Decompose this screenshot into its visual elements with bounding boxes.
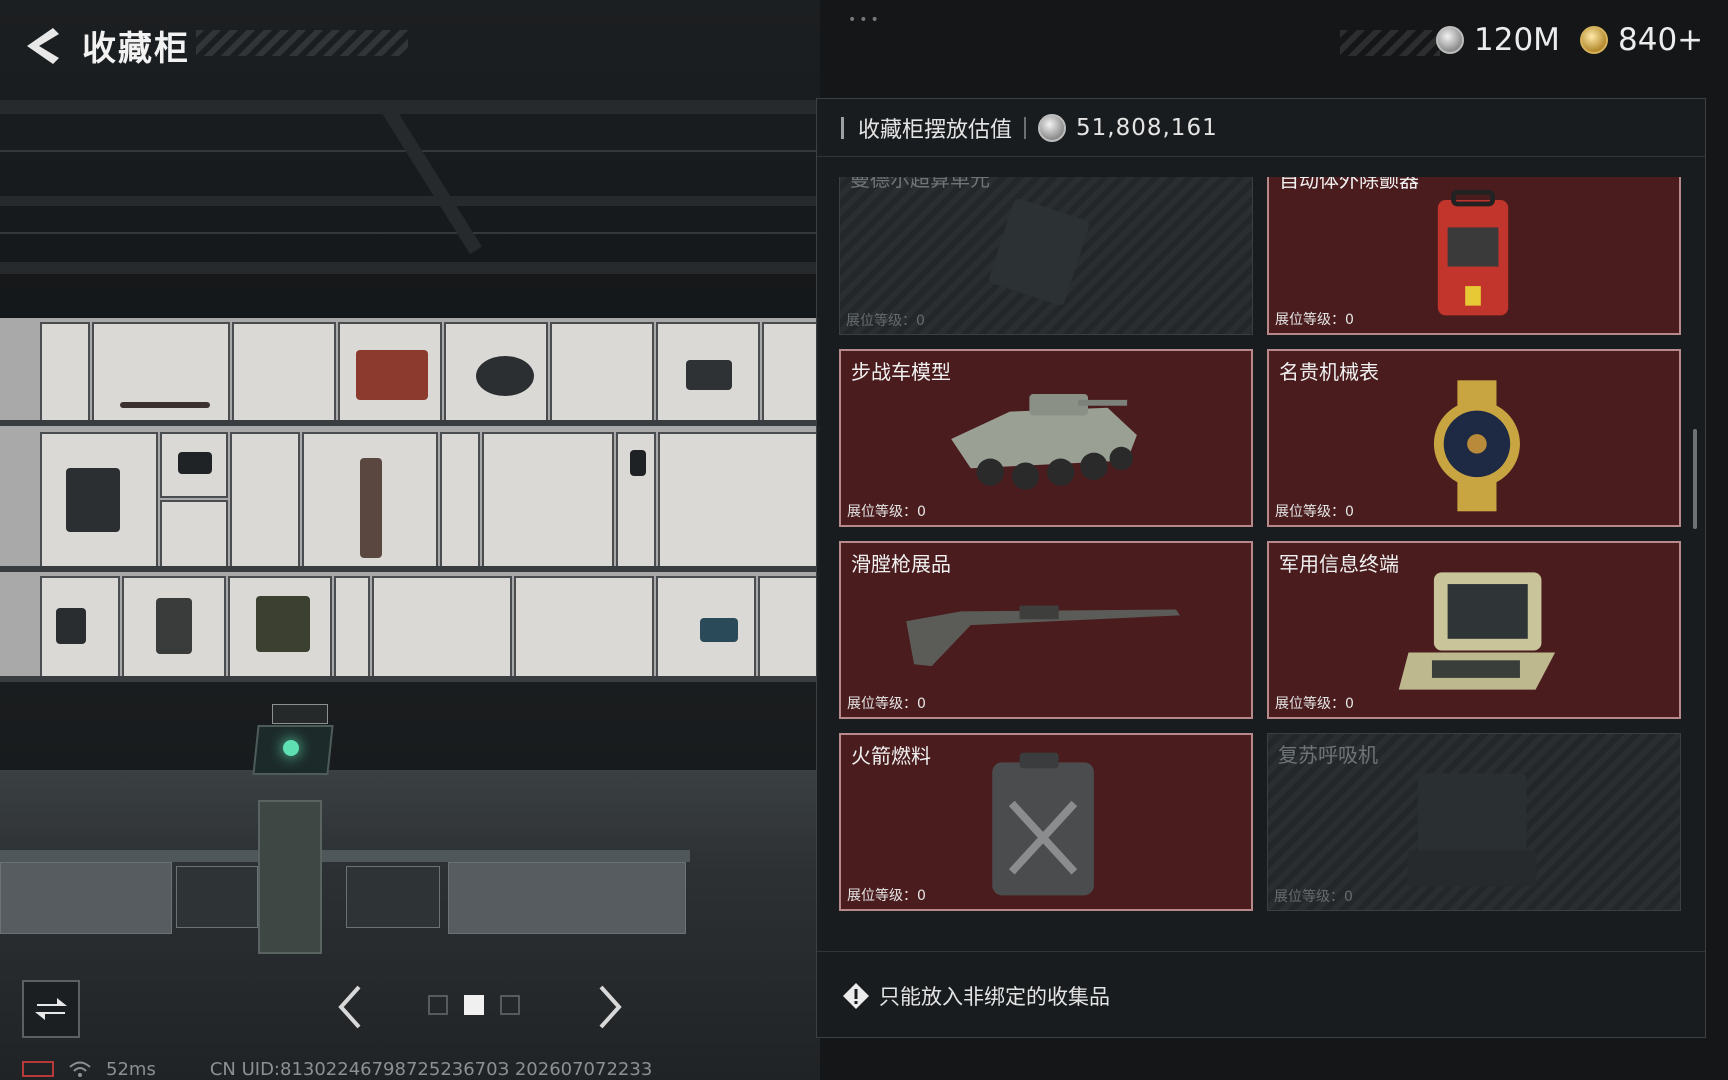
- collectible-card[interactable]: 火箭燃料 展位等级：0: [839, 733, 1253, 911]
- back-arrow-icon: [27, 28, 59, 64]
- footer-note: 只能放入非绑定的收集品: [879, 984, 1110, 1009]
- page-indicator: [428, 995, 520, 1015]
- display-wall: [0, 318, 820, 678]
- collectible-card[interactable]: 军用信息终端 展位等级：0: [1267, 541, 1681, 719]
- status-bar: 52ms CN UID:8130224679872523670З 2026070…: [22, 1058, 652, 1080]
- card-name: 火箭燃料: [851, 744, 931, 768]
- page-title: 收藏柜: [82, 29, 190, 69]
- swap-view-button[interactable]: [22, 980, 80, 1038]
- gold-coin-icon: [1580, 26, 1608, 54]
- page-dot[interactable]: [428, 995, 448, 1015]
- card-name: 名贵机械表: [1279, 360, 1379, 384]
- panel-header: 收藏柜摆放估值 51,808,161: [817, 99, 1705, 157]
- collectible-card[interactable]: 曼德尔超算单元 展位等级：0: [839, 177, 1253, 335]
- collection-terminal: [258, 800, 322, 954]
- card-name: 军用信息终端: [1279, 552, 1399, 576]
- collectible-card[interactable]: 复苏呼吸机 展位等级：0: [1267, 733, 1681, 911]
- card-name: 自动体外除颤器: [1279, 177, 1419, 192]
- page-dot-active[interactable]: [464, 995, 484, 1015]
- valuation-label: 收藏柜摆放估值: [858, 117, 1013, 143]
- card-level: 展位等级：0: [847, 504, 926, 520]
- panel-scrollbar[interactable]: [1693, 429, 1697, 529]
- ping-value: 52ms: [106, 1058, 156, 1080]
- currency-silver-value: 120M: [1474, 22, 1560, 58]
- collectible-card[interactable]: 名贵机械表 展位等级：0: [1267, 349, 1681, 527]
- collection-panel: 收藏柜摆放估值 51,808,161 曼德尔超算单元 展位等级：0 自动体外除颤…: [816, 98, 1706, 1038]
- wifi-icon: [69, 1061, 91, 1077]
- currency-gold-value: 840+: [1618, 22, 1704, 58]
- panel-footer: 只能放入非绑定的收集品: [817, 951, 1705, 1039]
- back-button[interactable]: [20, 24, 64, 68]
- warning-icon: [843, 982, 869, 1009]
- prev-page-button[interactable]: [330, 982, 370, 1032]
- card-level: 展位等级：0: [1274, 889, 1353, 905]
- currency-gold[interactable]: 840+: [1580, 22, 1703, 58]
- battery-icon: [22, 1061, 54, 1077]
- card-name: 曼德尔超算单元: [850, 177, 990, 191]
- collectible-card[interactable]: 滑膛枪展品 展位等级：0: [839, 541, 1253, 719]
- currency-silver[interactable]: 120M: [1436, 22, 1560, 58]
- swap-arrows-icon: [35, 998, 67, 1020]
- card-level: 展位等级：0: [1275, 696, 1354, 712]
- chevron-right-icon: [599, 985, 622, 1029]
- valuation-value: 51,808,161: [1076, 114, 1218, 141]
- card-level: 展位等级：0: [1275, 312, 1354, 328]
- collectible-card[interactable]: 自动体外除颤器 展位等级：0: [1267, 177, 1681, 335]
- silver-coin-icon: [1038, 113, 1067, 142]
- card-name: 滑膛枪展品: [851, 552, 951, 576]
- next-page-button[interactable]: [590, 982, 630, 1032]
- card-level: 展位等级：0: [847, 888, 926, 904]
- collection-room-scene: [0, 0, 820, 1080]
- collectible-grid: 曼德尔超算单元 展位等级：0 自动体外除颤器 展位等级：0 步战车模型 展位等级…: [839, 177, 1685, 937]
- collectible-card[interactable]: 步战车模型 展位等级：0: [839, 349, 1253, 527]
- card-name: 步战车模型: [851, 360, 951, 384]
- page-dot[interactable]: [500, 995, 520, 1015]
- silver-coin-icon: [1436, 26, 1464, 54]
- chevron-left-icon: [338, 985, 361, 1029]
- card-level: 展位等级：0: [1275, 504, 1354, 520]
- card-level: 展位等级：0: [847, 696, 926, 712]
- card-name: 复苏呼吸机: [1278, 743, 1378, 767]
- uid-text: CN UID:8130224679872523670З 202607072233: [209, 1058, 653, 1080]
- card-level: 展位等级：0: [846, 313, 925, 329]
